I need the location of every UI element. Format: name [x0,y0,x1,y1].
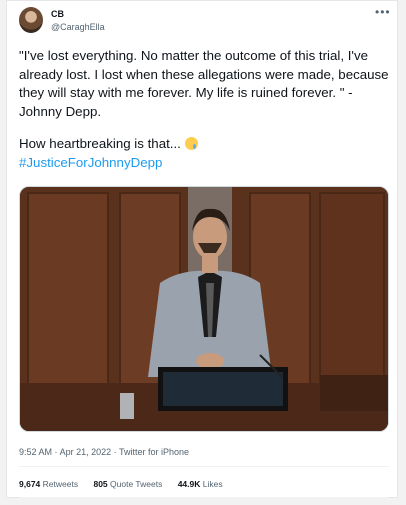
hashtag-line: #JusticeForJohnnyDepp [19,154,389,173]
quote-tweets-count: 805 [93,479,108,489]
retweets-label: Retweets [42,479,79,489]
hashtag-link[interactable]: #JusticeForJohnnyDepp [19,155,162,170]
likes-label: Likes [202,479,223,489]
avatar[interactable] [19,7,43,33]
tweet-text: "I've lost everything. No matter the out… [19,47,389,173]
meta-separator: · [54,447,58,457]
likes-stat[interactable]: 44.9K Likes [178,479,223,489]
display-name[interactable]: CB [51,9,64,19]
more-options-icon[interactable]: ••• [375,5,391,19]
quote-tweets-stat[interactable]: 805 Quote Tweets [93,479,162,489]
tweet-metadata: 9:52 AM · Apr 21, 2022 · Twitter for iPh… [19,447,189,457]
tweet-photo[interactable] [19,186,389,432]
tweet-quote: "I've lost everything. No matter the out… [19,48,389,119]
retweets-stat[interactable]: 9,674 Retweets [19,479,78,489]
crying-face-icon [184,137,198,151]
divider [19,466,389,467]
retweets-count: 9,674 [19,479,41,489]
tweet-source[interactable]: Twitter for iPhone [119,447,189,457]
user-handle[interactable]: @CaraghElla [51,22,105,32]
tweet-line-2: How heartbreaking is that... [19,135,389,154]
courtroom-photo [20,187,388,431]
engagement-stats: 9,674 Retweets 805 Quote Tweets 44.9K Li… [19,479,236,489]
divider [19,497,389,498]
tweet-line-2-text: How heartbreaking is that... [19,136,181,152]
meta-separator: · [113,447,117,457]
tweet-time[interactable]: 9:52 AM [19,447,52,457]
tweet-card: CB @CaraghElla ••• "I've lost everything… [6,0,398,498]
quote-tweets-label: Quote Tweets [110,479,163,489]
tweet-date[interactable]: Apr 21, 2022 [60,447,112,457]
likes-count: 44.9K [177,479,201,489]
